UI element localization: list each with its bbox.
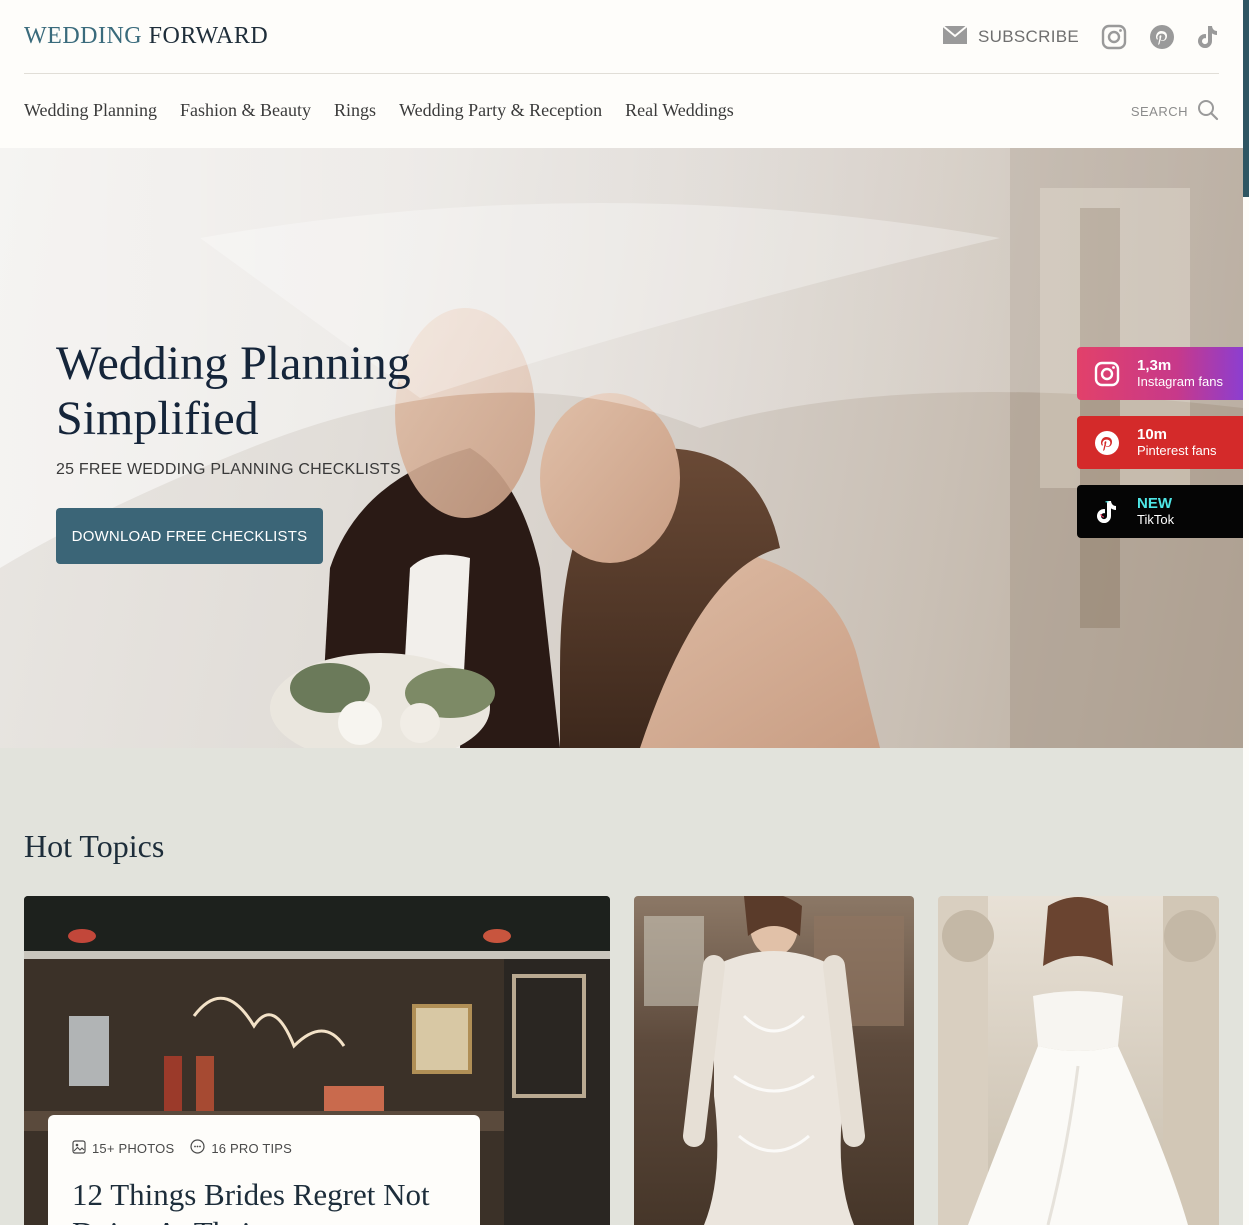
social-links	[1101, 24, 1219, 50]
nav-item-wedding-party-reception[interactable]: Wedding Party & Reception	[399, 100, 602, 121]
logo-word-wedding: WEDDING	[24, 23, 143, 49]
nav-item-rings[interactable]: Rings	[334, 100, 376, 121]
article-image-satin-gown	[938, 896, 1219, 1225]
tiktok-badge[interactable]: NEW TikTok	[1077, 485, 1243, 538]
pinterest-icon[interactable]	[1149, 24, 1175, 50]
top-header: WEDDING FORWARD SUBSCRIBE	[24, 0, 1219, 74]
hero-banner: Wedding Planning Simplified 25 FREE WEDD…	[0, 148, 1243, 748]
nav-item-wedding-planning[interactable]: Wedding Planning	[24, 100, 157, 121]
tips-count-label: 16 PRO TIPS	[211, 1140, 293, 1156]
instagram-fans-label: Instagram fans	[1137, 373, 1223, 389]
pinterest-fans-label: Pinterest fans	[1137, 442, 1217, 458]
hot-topics-section: Hot Topics 15+ PHOTOS 16 PRO TIPS 12 Thi…	[0, 748, 1243, 1225]
article-card-lace-gown[interactable]	[634, 896, 914, 1225]
article-card-satin-gown[interactable]	[938, 896, 1219, 1225]
pinterest-icon	[1077, 430, 1137, 456]
featured-article-title[interactable]: 12 Things Brides Regret Not Doing At The…	[72, 1176, 452, 1225]
scrollbar[interactable]	[1243, 0, 1249, 1225]
article-image-lace-gown	[644, 896, 904, 1225]
search-button[interactable]: SEARCH	[1131, 99, 1219, 124]
hero-subtitle: 25 FREE WEDDING PLANNING CHECKLISTS	[56, 461, 401, 478]
photos-count-label: 15+ PHOTOS	[92, 1140, 175, 1156]
photos-count: 15+ PHOTOS	[72, 1139, 174, 1157]
main-nav: Wedding Planning Fashion & Beauty Rings …	[24, 74, 1219, 148]
hero-title: Wedding Planning Simplified	[56, 337, 411, 445]
nav-item-fashion-beauty[interactable]: Fashion & Beauty	[180, 100, 311, 121]
search-label: SEARCH	[1130, 104, 1188, 119]
instagram-icon	[1077, 361, 1137, 387]
tiktok-icon	[1077, 499, 1137, 525]
featured-article-caption[interactable]: 15+ PHOTOS 16 PRO TIPS 12 Things Brides …	[48, 1115, 480, 1225]
search-icon	[1197, 99, 1219, 124]
scrollbar-thumb[interactable]	[1243, 0, 1249, 197]
article-meta: 15+ PHOTOS 16 PRO TIPS	[72, 1139, 292, 1157]
tips-count: 16 PRO TIPS	[190, 1139, 292, 1157]
logo-word-forward: FORWARD	[142, 23, 269, 49]
instagram-icon[interactable]	[1101, 24, 1127, 50]
subscribe-label: SUBSCRIBE	[978, 27, 1079, 46]
hero-image	[0, 148, 1243, 748]
download-checklists-button[interactable]: DOWNLOAD FREE CHECKLISTS	[56, 508, 323, 564]
image-icon	[72, 1139, 86, 1157]
hot-topics-title: Hot Topics	[24, 828, 165, 864]
tiktok-icon[interactable]	[1197, 24, 1219, 50]
pinterest-fans-count: 10m	[1137, 425, 1168, 443]
tiktok-label: TikTok	[1137, 511, 1175, 527]
envelope-icon	[942, 24, 968, 50]
instagram-fans-count: 1,3m	[1137, 356, 1172, 374]
nav-item-real-weddings[interactable]: Real Weddings	[625, 100, 734, 121]
instagram-fans-badge[interactable]: 1,3m Instagram fans	[1077, 347, 1243, 400]
tiktok-new-label: NEW	[1137, 494, 1172, 512]
subscribe-link[interactable]: SUBSCRIBE	[942, 24, 1079, 50]
site-logo[interactable]: WEDDING FORWARD	[24, 23, 268, 50]
nav-list: Wedding Planning Fashion & Beauty Rings …	[24, 100, 734, 121]
pinterest-fans-badge[interactable]: 10m Pinterest fans	[1077, 416, 1243, 469]
header-actions: SUBSCRIBE	[942, 20, 1219, 54]
chat-icon	[190, 1139, 205, 1157]
